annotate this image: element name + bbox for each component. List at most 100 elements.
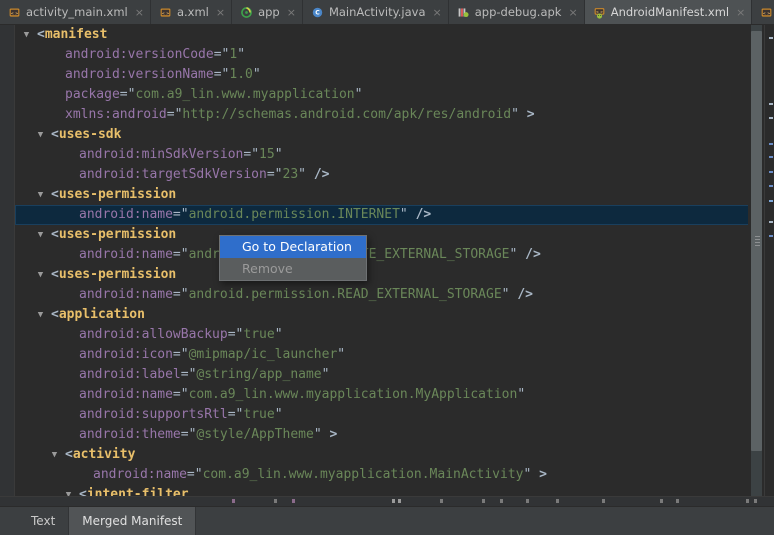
code-marker[interactable] xyxy=(769,156,773,158)
code-line-selected[interactable]: android:name="android.permission.INTERNE… xyxy=(15,205,774,225)
code-line[interactable]: ▼ <uses-permission xyxy=(15,225,774,245)
close-icon[interactable]: × xyxy=(568,7,577,18)
fold-arrow-icon[interactable]: ▼ xyxy=(34,305,47,325)
code-marker[interactable] xyxy=(769,117,773,119)
editor-tab-androidmanifest-xml[interactable]: < > AndroidManifest.xml × xyxy=(584,0,753,24)
close-icon[interactable]: × xyxy=(216,7,225,18)
code-token-eq: = xyxy=(180,367,189,382)
horizontal-marker xyxy=(746,499,749,503)
editor-tab-label: app xyxy=(258,5,280,19)
code-line-content: android:name="android.permission.READ_EX… xyxy=(17,287,533,302)
context-menu-item-go-to-declaration[interactable]: Go to Declaration xyxy=(220,236,366,258)
code-token-eq: = xyxy=(172,247,181,262)
code-token-attr: android:supportsRtl xyxy=(79,407,228,422)
fold-arrow-icon[interactable]: ▼ xyxy=(34,125,47,145)
code-token-punc: < xyxy=(51,307,59,322)
fold-arrow-icon[interactable]: ▼ xyxy=(34,225,47,245)
code-marker[interactable] xyxy=(769,221,773,223)
code-line[interactable]: ▼ <uses-permission xyxy=(15,265,774,285)
code-line[interactable]: android:versionName="1.0" xyxy=(15,65,774,85)
code-line[interactable]: android:name="com.a9_lin.www.myapplicati… xyxy=(15,465,774,485)
code-token-q: " xyxy=(252,67,261,82)
code-marker[interactable] xyxy=(769,235,773,237)
code-token-q: " xyxy=(180,207,189,222)
code-token-eq: = xyxy=(213,47,222,62)
code-token-attr: android:icon xyxy=(79,347,173,362)
code-line[interactable]: ▼ <intent-filter xyxy=(15,485,774,496)
horizontal-marker xyxy=(602,499,605,503)
editor-mode-tab-merged-manifest[interactable]: Merged Manifest xyxy=(69,507,197,535)
editor-mode-tab-bar: Text Merged Manifest xyxy=(0,506,774,535)
code-token-punc: > xyxy=(329,427,338,442)
code-marker-bar[interactable] xyxy=(764,25,774,496)
code-line[interactable]: android:name="android.permission.READ_EX… xyxy=(15,285,774,305)
fold-arrow-icon[interactable]: ▼ xyxy=(34,265,47,285)
horizontal-marker xyxy=(232,499,235,503)
code-line-content: package="com.a9_lin.www.myapplication" xyxy=(17,87,362,102)
editor-tab-a-xml[interactable]: < > a.xml × xyxy=(150,0,233,24)
code-line[interactable]: android:label="@string/app_name" xyxy=(15,365,774,385)
code-line[interactable]: android:supportsRtl="true" xyxy=(15,405,774,425)
editor-tab-stri[interactable]: < >stri xyxy=(752,0,774,24)
close-icon[interactable]: × xyxy=(736,7,745,18)
xml-source-code: ▼ <manifest android:versionCode="1" android… xyxy=(15,25,774,496)
code-line[interactable]: android:name="android.permission.WRITE_E… xyxy=(15,245,774,265)
code-line[interactable]: android:allowBackup="true" xyxy=(15,325,774,345)
code-token-attr: android:name xyxy=(93,467,187,482)
code-token-punc: < xyxy=(51,267,59,282)
close-icon[interactable]: × xyxy=(287,7,296,18)
code-token-attr: android:name xyxy=(79,287,173,302)
code-token-attr: android:versionName xyxy=(65,67,214,82)
vertical-scroll-zone[interactable] xyxy=(748,25,774,496)
code-token-q: " xyxy=(274,147,283,162)
code-token-str: android.permission.READ_EXTERNAL_STORAGE xyxy=(188,287,502,302)
fold-arrow-icon[interactable]: ▼ xyxy=(20,25,33,45)
code-viewport[interactable]: ▼ <manifest android:versionCode="1" android… xyxy=(15,25,774,496)
horizontal-scrollbar[interactable] xyxy=(0,496,774,506)
code-token-str: @style/AppTheme xyxy=(196,427,314,442)
code-line[interactable]: android:theme="@style/AppTheme" > xyxy=(15,425,774,445)
code-line[interactable]: android:icon="@mipmap/ic_launcher" xyxy=(15,345,774,365)
code-line-content: android:theme="@style/AppTheme" > xyxy=(17,427,337,442)
code-line[interactable]: ▼ <application xyxy=(15,305,774,325)
code-line[interactable]: ▼ <manifest xyxy=(15,25,774,45)
code-line[interactable]: android:targetSdkVersion="23" /> xyxy=(15,165,774,185)
code-token-attr: android:label xyxy=(79,367,181,382)
horizontal-marker xyxy=(398,499,401,503)
fold-arrow-icon[interactable]: ▼ xyxy=(48,445,61,465)
close-icon[interactable]: × xyxy=(135,7,144,18)
editor-mode-tab-text[interactable]: Text xyxy=(18,507,70,535)
code-marker[interactable] xyxy=(769,185,773,187)
editor-tab-mainactivity-java[interactable]: C MainActivity.java × xyxy=(302,0,449,24)
code-line[interactable]: ▼ <uses-permission xyxy=(15,185,774,205)
code-token-eq: = xyxy=(213,67,222,82)
context-menu[interactable]: Go to Declaration Remove xyxy=(219,235,367,281)
code-marker[interactable] xyxy=(769,103,773,105)
code-line[interactable]: ▼ <activity xyxy=(15,445,774,465)
editor-tab-label: app-debug.apk xyxy=(474,5,562,19)
code-line[interactable]: package="com.a9_lin.www.myapplication" xyxy=(15,85,774,105)
code-token-attr: android:name xyxy=(79,207,173,222)
code-token-eq: = xyxy=(266,167,275,182)
fold-arrow-icon[interactable]: ▼ xyxy=(34,185,47,205)
editor-tab-app-debug-apk[interactable]: app-debug.apk × xyxy=(448,0,585,24)
code-line[interactable]: xmlns:android= "http://schemas.android.co… xyxy=(15,105,774,125)
code-line[interactable]: android:versionCode="1" xyxy=(15,45,774,65)
close-icon[interactable]: × xyxy=(433,7,442,18)
code-line[interactable]: ▼ <uses-sdk xyxy=(15,125,774,145)
code-marker[interactable] xyxy=(769,37,773,39)
code-marker[interactable] xyxy=(769,200,773,202)
code-line[interactable]: android:minSdkVersion="15" xyxy=(15,145,774,165)
editor-tab-label: AndroidManifest.xml xyxy=(610,5,730,19)
editor-tab-app[interactable]: app × xyxy=(232,0,303,24)
code-marker[interactable] xyxy=(769,143,773,145)
code-token-punc: /> xyxy=(525,247,541,262)
editor-tab-label: MainActivity.java xyxy=(328,5,426,19)
code-token-attr: android:allowBackup xyxy=(79,327,228,342)
scrollbar-thumb[interactable] xyxy=(751,31,762,451)
editor-tab-activity-main-xml[interactable]: < > activity_main.xml × xyxy=(0,0,151,24)
fold-arrow-icon[interactable]: ▼ xyxy=(62,485,75,496)
code-marker[interactable] xyxy=(769,171,773,173)
editor-tab-label: activity_main.xml xyxy=(26,5,128,19)
code-line[interactable]: android:name="com.a9_lin.www.myapplicati… xyxy=(15,385,774,405)
